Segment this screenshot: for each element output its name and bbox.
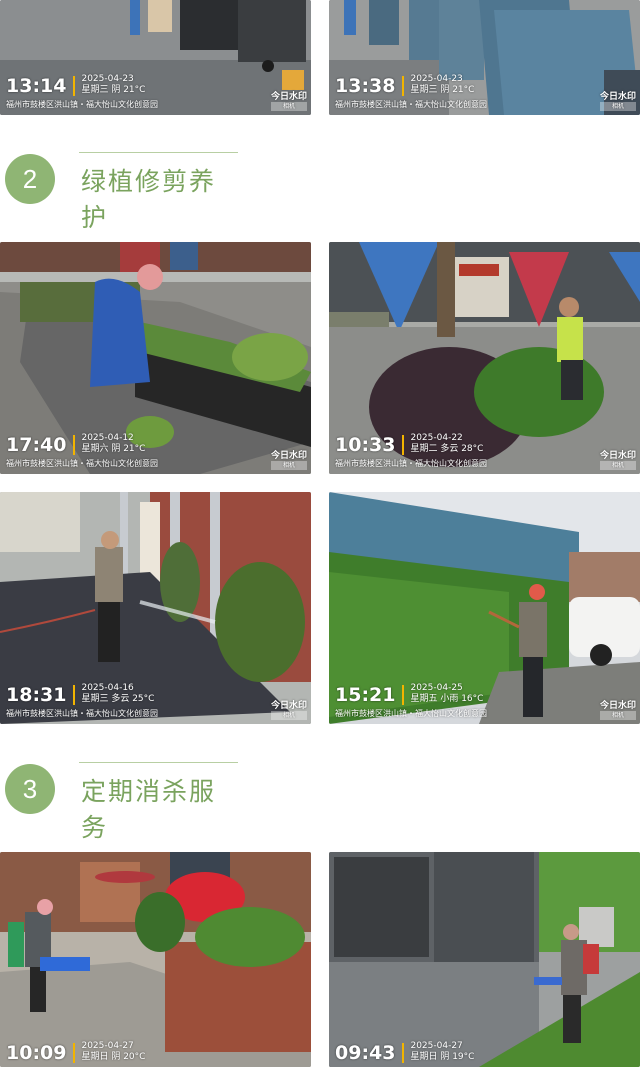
watermark-stamp: 09:43 2025-04-27 星期日 阴 19°C: [335, 1041, 474, 1063]
photo-scene: [0, 852, 311, 1067]
stamp-weather: 星期三 阴 21°C: [81, 85, 146, 95]
stamp-date: 2025-04-12: [81, 433, 134, 443]
stamp-date: 2025-04-16: [81, 683, 134, 693]
stamp-time: 15:21: [335, 685, 405, 705]
stamp-location: 福州市鼓楼区洪山镇・福大怡山文化创意园: [335, 100, 487, 109]
stamp-time: 09:43: [335, 1043, 405, 1063]
stamp-weather: 星期五 小雨 16°C: [410, 694, 484, 704]
photo-disinfection-fence: 09:43 2025-04-27 星期日 阴 19°C: [329, 852, 640, 1067]
watermark-logo: 今日水印 相机: [599, 451, 636, 470]
watermark-stamp: 10:09 2025-04-27 星期日 阴 20°C: [6, 1041, 145, 1063]
stamp-location: 福州市鼓楼区洪山镇・福大怡山文化创意园: [335, 709, 487, 718]
section-number: 3: [5, 764, 55, 814]
watermark-stamp: 13:14 2025-04-23 星期三 阴 21°C 福州市鼓楼区洪山镇・福大…: [6, 74, 158, 111]
watermark-stamp: 17:40 2025-04-12 星期六 阴 21°C 福州市鼓楼区洪山镇・福大…: [6, 433, 158, 470]
photo-bamboo-trimming: 15:21 2025-04-25 星期五 小雨 16°C 福州市鼓楼区洪山镇・福…: [329, 492, 640, 724]
watermark-logo: 今日水印 相机: [599, 701, 636, 720]
photo-planter-trimming: 17:40 2025-04-12 星期六 阴 21°C 福州市鼓楼区洪山镇・福大…: [0, 242, 311, 474]
stamp-date: 2025-04-23: [81, 74, 134, 84]
photo-bins-right: 13:38 2025-04-23 星期三 阴 21°C 福州市鼓楼区洪山镇・福大…: [329, 0, 640, 115]
stamp-weather: 星期日 阴 19°C: [410, 1052, 475, 1062]
photo-scene: [329, 852, 640, 1067]
section-title: 绿植修剪养护: [79, 152, 238, 244]
stamp-weather: 星期二 多云 28°C: [410, 444, 484, 454]
stamp-time: 10:09: [6, 1043, 76, 1063]
stamp-date: 2025-04-22: [410, 433, 463, 443]
section-title: 定期消杀服务: [79, 762, 238, 854]
photo-disinfection-flowers: 10:09 2025-04-27 星期日 阴 20°C: [0, 852, 311, 1067]
stamp-location: 福州市鼓楼区洪山镇・福大怡山文化创意园: [6, 709, 158, 718]
watermark-logo: 今日水印 相机: [599, 92, 636, 111]
stamp-time: 18:31: [6, 685, 76, 705]
photo-wall-plants-spraying: 18:31 2025-04-16 星期三 多云 25°C 福州市鼓楼区洪山镇・福…: [0, 492, 311, 724]
watermark-stamp: 15:21 2025-04-25 星期五 小雨 16°C 福州市鼓楼区洪山镇・福…: [335, 683, 487, 720]
stamp-weather: 星期六 阴 21°C: [81, 444, 146, 454]
section-number: 2: [5, 154, 55, 204]
stamp-date: 2025-04-27: [410, 1041, 463, 1051]
watermark-stamp: 10:33 2025-04-22 星期二 多云 28°C 福州市鼓楼区洪山镇・福…: [335, 433, 487, 470]
stamp-date: 2025-04-23: [410, 74, 463, 84]
stamp-date: 2025-04-25: [410, 683, 463, 693]
stamp-weather: 星期三 多云 25°C: [81, 694, 155, 704]
watermark-stamp: 13:38 2025-04-23 星期三 阴 21°C 福州市鼓楼区洪山镇・福大…: [335, 74, 487, 111]
stamp-weather: 星期日 阴 20°C: [81, 1052, 146, 1062]
stamp-location: 福州市鼓楼区洪山镇・福大怡山文化创意园: [6, 100, 158, 109]
stamp-time: 13:14: [6, 76, 76, 96]
photo-bins-left: 13:14 2025-04-23 星期三 阴 21°C 福州市鼓楼区洪山镇・福大…: [0, 0, 311, 115]
stamp-location: 福州市鼓楼区洪山镇・福大怡山文化创意园: [335, 459, 487, 468]
stamp-location: 福州市鼓楼区洪山镇・福大怡山文化创意园: [6, 459, 158, 468]
watermark-logo: 今日水印 相机: [270, 451, 307, 470]
watermark-stamp: 18:31 2025-04-16 星期三 多云 25°C 福州市鼓楼区洪山镇・福…: [6, 683, 158, 720]
watermark-logo: 今日水印 相机: [270, 701, 307, 720]
stamp-weather: 星期三 阴 21°C: [410, 85, 475, 95]
photo-hedge-watering: 10:33 2025-04-22 星期二 多云 28°C 福州市鼓楼区洪山镇・福…: [329, 242, 640, 474]
stamp-time: 10:33: [335, 435, 405, 455]
stamp-date: 2025-04-27: [81, 1041, 134, 1051]
stamp-time: 17:40: [6, 435, 76, 455]
stamp-time: 13:38: [335, 76, 405, 96]
watermark-logo: 今日水印 相机: [270, 92, 307, 111]
